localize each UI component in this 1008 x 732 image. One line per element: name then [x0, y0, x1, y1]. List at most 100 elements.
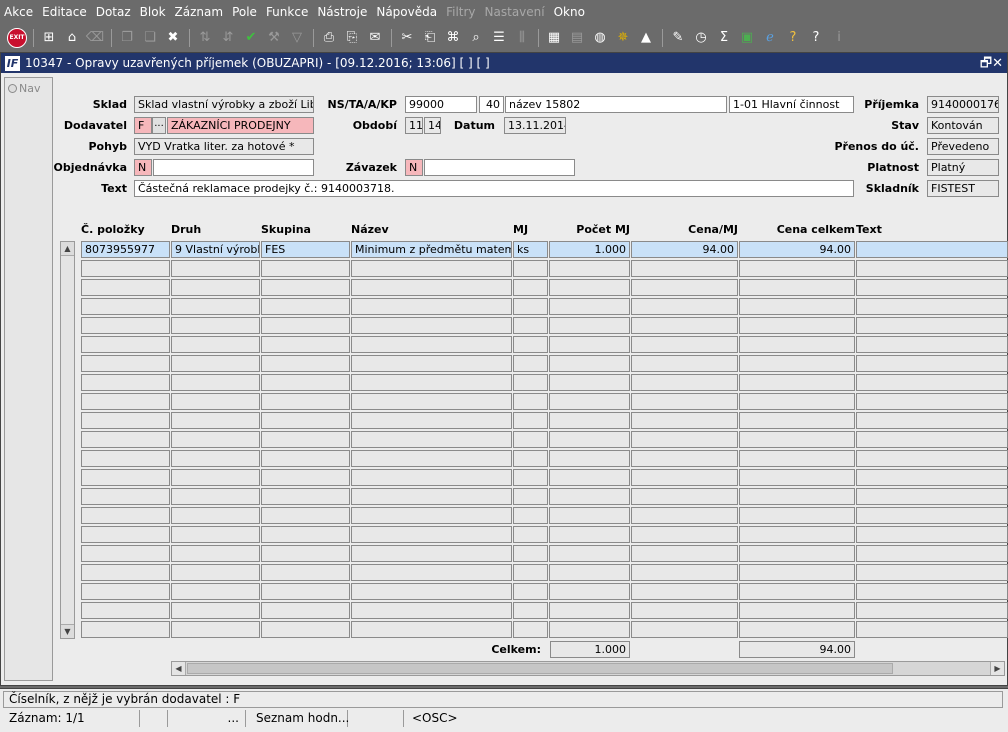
sklad-field[interactable]: Sklad vlastní výrobky a zboží Liberec [134, 96, 314, 113]
grid-cell[interactable] [513, 298, 548, 315]
grid-cell[interactable] [81, 260, 170, 277]
objednavka-flag-field[interactable]: N [134, 159, 152, 176]
grid-cell[interactable] [631, 355, 738, 372]
calendar-icon[interactable]: ◷ [690, 27, 712, 49]
grid-cell[interactable] [739, 260, 855, 277]
grid-cell[interactable] [81, 488, 170, 505]
grid-cell[interactable] [856, 336, 1008, 353]
grid-cell[interactable] [513, 602, 548, 619]
menu-item-5[interactable]: Pole [232, 5, 257, 19]
grid-cell[interactable] [856, 393, 1008, 410]
grid-cell[interactable] [261, 564, 350, 581]
grid-cell[interactable] [631, 488, 738, 505]
grid-cell[interactable] [513, 450, 548, 467]
filter-icon[interactable]: ▽ [286, 27, 308, 49]
menu-item-0[interactable]: Akce [4, 5, 33, 19]
prenos-field[interactable]: Převedeno [927, 138, 999, 155]
sort-asc-icon[interactable]: ⇅ [194, 27, 216, 49]
grid-cell[interactable] [81, 469, 170, 486]
menu-item-7[interactable]: Nástroje [317, 5, 367, 19]
grid-cell[interactable] [171, 488, 260, 505]
grid-cell[interactable] [549, 450, 630, 467]
grid-cell[interactable] [351, 545, 512, 562]
grid-cell[interactable] [631, 279, 738, 296]
grid-cell[interactable] [261, 393, 350, 410]
delete-record-icon[interactable]: ✖ [162, 27, 184, 49]
print-icon[interactable]: ⎙ [318, 27, 340, 49]
grid-cell[interactable]: FES [261, 241, 350, 258]
grid-cell[interactable] [261, 450, 350, 467]
grid-cell[interactable] [81, 431, 170, 448]
ns-field[interactable]: 99000 [405, 96, 477, 113]
settings-wheel-icon[interactable]: ✵ [612, 27, 634, 49]
grid-cell[interactable] [171, 469, 260, 486]
grid-cell[interactable] [171, 621, 260, 638]
prijemka-field[interactable]: 9140000176 [927, 96, 999, 113]
search-icon[interactable]: ⌕ [465, 27, 487, 49]
globe-icon[interactable]: ◍ [589, 27, 611, 49]
grid-cell[interactable] [739, 488, 855, 505]
grid-cell[interactable] [81, 564, 170, 581]
grid-cell[interactable] [261, 279, 350, 296]
grid-cell[interactable] [351, 260, 512, 277]
grid-cell[interactable] [739, 469, 855, 486]
window-controls[interactable]: 🗗✕ [980, 54, 1003, 76]
dodavatel-code-field[interactable]: F [134, 117, 152, 134]
menu-item-10[interactable]: Nastavení [485, 5, 545, 19]
grid-cell[interactable] [739, 450, 855, 467]
grid-cell[interactable] [171, 412, 260, 429]
nav-panel[interactable]: Nav [4, 77, 53, 681]
grid-cell[interactable] [513, 393, 548, 410]
grid-cell[interactable] [261, 621, 350, 638]
excel-icon[interactable]: ▣ [736, 27, 758, 49]
grid-cell[interactable] [81, 298, 170, 315]
grid-cell[interactable] [739, 298, 855, 315]
grid-cell[interactable] [171, 374, 260, 391]
grid-cell[interactable] [631, 507, 738, 524]
scroll-up-icon[interactable]: ▲ [61, 242, 74, 256]
grid-cell[interactable] [81, 621, 170, 638]
grid-cell[interactable] [81, 545, 170, 562]
grid-cell[interactable] [549, 336, 630, 353]
calculator-icon[interactable]: ▦ [543, 27, 565, 49]
grid-cell[interactable] [631, 602, 738, 619]
grid-cell[interactable] [171, 393, 260, 410]
grid-cell[interactable] [739, 317, 855, 334]
grid-cell[interactable] [631, 545, 738, 562]
grid-cell[interactable] [261, 260, 350, 277]
grid-cell[interactable] [549, 526, 630, 543]
stav-field[interactable]: Kontován [927, 117, 999, 134]
grid-cell[interactable]: ks [513, 241, 548, 258]
scroll-down-icon[interactable]: ▼ [61, 624, 74, 638]
grid-cell[interactable] [549, 431, 630, 448]
sum-icon[interactable]: Σ [713, 27, 735, 49]
skladnik-field[interactable]: FISTEST [927, 180, 999, 197]
grid-cell[interactable] [351, 621, 512, 638]
menu-item-4[interactable]: Záznam [175, 5, 224, 19]
grid-cell[interactable] [261, 336, 350, 353]
help-icon[interactable]: ? [805, 27, 827, 49]
grid-cell[interactable] [549, 488, 630, 505]
grid-cell[interactable] [81, 602, 170, 619]
grid-cell[interactable]: 9 Vlastní výrobky [171, 241, 260, 258]
grid-cell[interactable] [549, 374, 630, 391]
grid-cell[interactable] [856, 355, 1008, 372]
grid-cell[interactable] [856, 507, 1008, 524]
grid-cell[interactable] [856, 545, 1008, 562]
grid-cell[interactable] [261, 355, 350, 372]
grid-cell[interactable] [81, 583, 170, 600]
cut-icon[interactable]: ✂ [396, 27, 418, 49]
a-field[interactable]: název 15802 [505, 96, 727, 113]
dodavatel-lov-button[interactable]: ... [152, 117, 166, 134]
grid-cell[interactable]: 94.00 [739, 241, 855, 258]
grid-cell[interactable] [631, 450, 738, 467]
grid-cell[interactable] [549, 583, 630, 600]
grid-horizontal-scrollbar[interactable]: ◀ ▶ [171, 661, 1005, 676]
edit-icon[interactable]: ✎ [667, 27, 689, 49]
grid-cell[interactable] [261, 602, 350, 619]
grid-cell[interactable] [739, 602, 855, 619]
mountain-icon[interactable]: ▲ [635, 27, 657, 49]
grid-cell[interactable] [351, 412, 512, 429]
zavazek-flag-field[interactable]: N [405, 159, 423, 176]
grid-cell[interactable] [739, 336, 855, 353]
